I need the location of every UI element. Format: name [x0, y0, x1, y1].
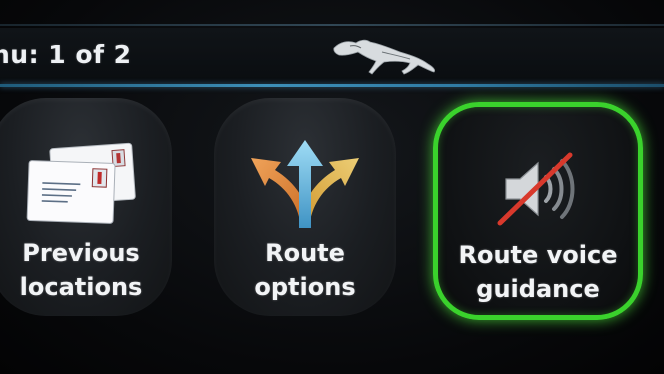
header-divider	[0, 84, 664, 87]
navigation-menu-screen: nu: 1 of 2 Previous locations Route opti…	[0, 0, 664, 374]
route-voice-guidance-label: Route voice guidance	[438, 238, 638, 306]
previous-locations-label: Previous locations	[0, 236, 172, 304]
route-voice-guidance-button[interactable]: Route voice guidance	[433, 102, 643, 320]
route-options-button[interactable]: Route options	[214, 98, 396, 316]
previous-locations-label-line1: Previous	[22, 239, 140, 267]
menu-page-indicator: nu: 1 of 2	[0, 40, 132, 69]
jaguar-leaper-logo-icon	[333, 39, 436, 75]
route-voice-guidance-label-line1: Route voice	[458, 241, 618, 269]
route-options-label: Route options	[214, 236, 396, 304]
speaker-muted-icon	[497, 152, 575, 226]
route-options-label-line2: options	[254, 273, 356, 301]
address-cards-icon	[26, 142, 136, 224]
previous-locations-button[interactable]: Previous locations	[0, 98, 172, 316]
top-divider	[0, 24, 664, 26]
route-options-label-line1: Route	[265, 239, 345, 267]
route-voice-guidance-label-line2: guidance	[476, 275, 600, 303]
previous-locations-label-line2: locations	[19, 273, 143, 301]
route-arrows-icon	[251, 140, 359, 228]
menu-row: Previous locations Route options Route v…	[0, 98, 664, 328]
